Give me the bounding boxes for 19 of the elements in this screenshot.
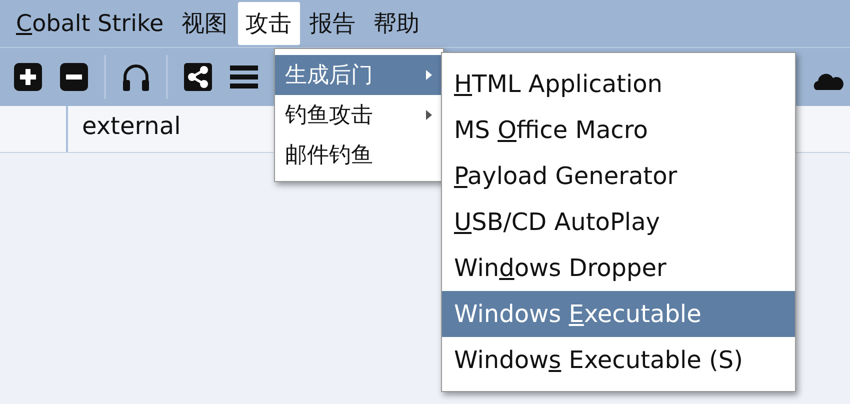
remove-icon[interactable] — [58, 61, 90, 93]
menu-item[interactable]: 生成后门 — [275, 55, 443, 95]
menu-item[interactable]: HTML Application — [442, 61, 795, 107]
menu-title[interactable]: 攻击 — [238, 2, 300, 45]
menu-item[interactable]: Windows Executable — [442, 291, 795, 337]
menu-item[interactable]: MS Office Macro — [442, 107, 795, 153]
menu-item[interactable]: Windows Executable (S) — [442, 337, 795, 383]
column-header[interactable]: external — [68, 106, 195, 152]
menu-title[interactable]: 视图 — [174, 2, 236, 45]
menu-item[interactable]: 邮件钓鱼 — [275, 135, 443, 175]
menu-title[interactable]: 帮助 — [366, 2, 428, 45]
menu-title[interactable]: 报告 — [302, 2, 364, 45]
share-icon[interactable] — [182, 61, 214, 93]
menu-item[interactable]: Payload Generator — [442, 153, 795, 199]
menu-title[interactable]: Cobalt Strike — [8, 4, 172, 42]
menu-item[interactable]: 钓鱼攻击 — [275, 95, 443, 135]
menu-item[interactable]: USB/CD AutoPlay — [442, 199, 795, 245]
menu-item[interactable]: Windows Dropper — [442, 245, 795, 291]
add-icon[interactable] — [12, 61, 44, 93]
